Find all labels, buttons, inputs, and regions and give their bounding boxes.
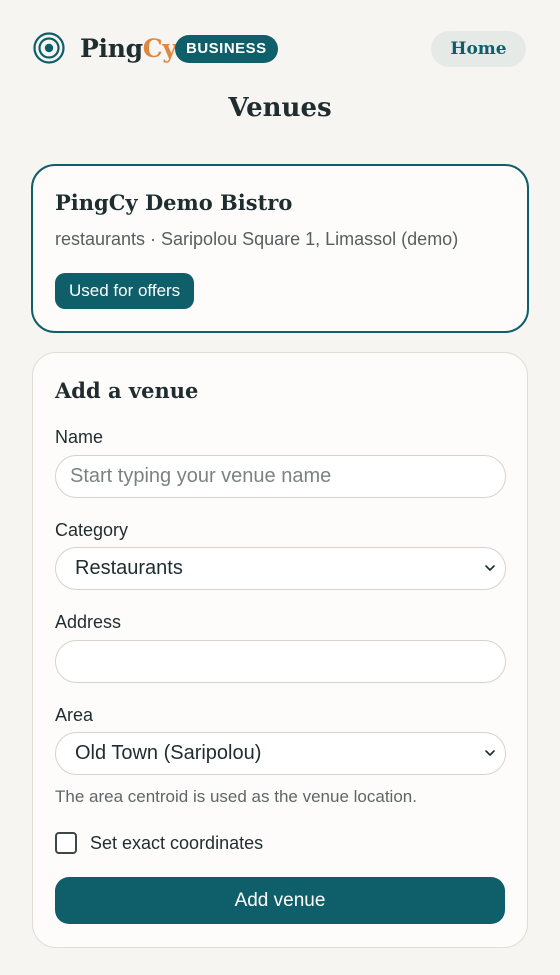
- used-for-offers-badge: Used for offers: [55, 273, 195, 309]
- exact-coordinates-checkbox[interactable]: [55, 832, 77, 854]
- category-label: Category: [55, 520, 129, 540]
- venue-meta: restaurants · Saripolou Square 1, Limass…: [55, 229, 459, 249]
- form-title: Add a venue: [55, 378, 199, 403]
- area-hint: The area centroid is used as the venue l…: [55, 787, 417, 806]
- brand-name-part2: Cy: [142, 34, 177, 63]
- address-input[interactable]: [55, 640, 506, 683]
- chevron-down-icon: [485, 750, 495, 756]
- business-badge: BUSINESS: [175, 35, 278, 63]
- chevron-down-icon: [485, 565, 495, 571]
- venue-name: PingCy Demo Bistro: [55, 190, 293, 215]
- area-selected-value: Old Town (Saripolou): [75, 742, 262, 764]
- add-venue-button[interactable]: Add venue: [55, 877, 505, 924]
- venue-card[interactable]: PingCy Demo Bistro restaurants · Saripol…: [31, 164, 529, 333]
- venue-name-input[interactable]: [55, 455, 506, 498]
- area-label: Area: [55, 705, 94, 725]
- brand-name[interactable]: PingCy: [80, 32, 177, 66]
- exact-coordinates-label[interactable]: Set exact coordinates: [90, 830, 263, 856]
- area-select[interactable]: Old Town (Saripolou): [55, 732, 506, 775]
- address-label: Address: [55, 612, 122, 632]
- page-title: Venues: [228, 93, 332, 123]
- name-label: Name: [55, 427, 104, 447]
- concentric-rings-icon[interactable]: [33, 32, 65, 64]
- header: PingCy BUSINESS Home: [0, 0, 560, 98]
- category-select[interactable]: Restaurants: [55, 547, 506, 590]
- brand-name-part1: Ping: [80, 34, 143, 63]
- home-button[interactable]: Home: [431, 31, 526, 67]
- category-selected-value: Restaurants: [75, 557, 183, 579]
- add-venue-form: Add a venue Name Category Restaurants Ad…: [32, 352, 528, 948]
